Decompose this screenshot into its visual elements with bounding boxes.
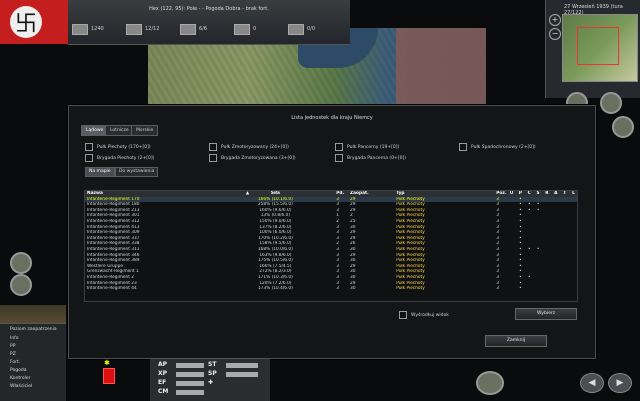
table-cell [533,286,542,292]
swastika-icon: 卐 [10,6,42,38]
unit-stats-panel: AP XP EF CM ST SP ✚ [150,358,270,401]
xp-bar [176,372,204,377]
filter-armored-brigade[interactable]: Brygada Pancerna (0+[0]) [335,154,406,162]
hex-info: Hex (122, 95): Pole - - Pogoda Dobra - b… [149,6,269,12]
aircraft-icon [180,23,196,35]
checkbox[interactable] [85,143,93,151]
unit-icon[interactable] [600,92,622,114]
table-cell [298,286,334,292]
stat-cm: CM [158,388,169,395]
table-cell: • [519,286,522,292]
checkbox[interactable] [209,143,217,151]
filter-motorized-regiment[interactable]: Pułk Zmotoryzowany (24+[0]) [209,143,289,151]
owner-label: Właściciel [10,384,33,389]
unit-type-filters: Pułk Piechoty (170+[0]) Pułk Zmotoryzowa… [81,137,581,167]
filter-paratrooper-regiment[interactable]: Pułk Spadochronowy (2+[0]) [459,143,536,151]
ship-icon [234,23,250,35]
filter-infantry-brigade[interactable]: Brygada Piechoty (2+[0]) [85,154,154,162]
resource-units: 12/12 [126,22,159,36]
nation-flag: 卐 [0,0,70,44]
table-cell: 3 [336,286,340,292]
table-cell [568,286,577,292]
resource-prestige: 1240 [72,22,104,36]
prestige-icon [72,23,88,35]
submarine-icon [288,23,304,35]
ap-bar [176,363,204,368]
table-cell: Infanterie-Regiment 44 [87,286,137,292]
filter-armored-regiment[interactable]: Pułk Pancerny (19+[0]) [335,143,399,151]
st-bar [226,363,258,368]
infantry-icon[interactable] [10,252,32,274]
sp-bar [226,372,258,377]
tab-to-deploy[interactable]: Do wystawienia [115,167,159,177]
table-cell: Pułk Piechoty [396,286,425,292]
resource-sub: 0/0 [288,22,315,36]
info-label: Info [10,336,19,341]
cm-bar [176,390,204,395]
tab-naval[interactable]: Morskie [131,125,159,136]
weather-label: Pogoda [10,368,27,373]
enemy-territory [396,28,486,108]
filter-infantry-regiment[interactable]: Pułk Piechoty (170+[0]) [85,143,151,151]
pz-label: PZ [10,352,16,357]
stat-ef: EF [158,379,167,386]
stat-sp: SP [208,370,217,377]
table-cell: 173% (10.4/6.0) [257,286,293,292]
stat-st: ST [208,361,217,368]
table-cell: 30 [350,286,356,292]
minimap-viewport[interactable] [577,27,619,65]
table-row[interactable]: Infanterie-Regiment 44 173% (10.4/6.0) 3 30… [85,286,577,292]
close-button[interactable]: Zamknij [485,335,547,347]
filter-motorized-brigade[interactable]: Brygada Zmotoryzowana (3+[0]) [209,154,296,162]
star-icon: ✱ [104,359,110,367]
minimap-panel: 27 Wrzesień 1939 (tura 27/122) + − [545,0,640,98]
dialog-title: Lista jednostek dla kraju Niemcy [291,115,373,121]
unit-portrait [0,305,66,323]
table-cell: 3 [496,286,499,292]
tab-air[interactable]: Lotnicze [105,125,134,136]
owner-flag-icon [103,368,115,384]
table-body: Infanterie-Regiment 170 166% (10.1/6.0) 3 2… [85,196,577,292]
tab-on-map[interactable]: Na mapie [85,167,115,177]
tank-unit-icon[interactable] [476,371,504,395]
minimap[interactable] [562,14,638,82]
zoom-in-icon[interactable]: + [549,14,561,26]
table-cell [559,286,568,292]
center-view-toggle[interactable]: Wyśrodkuj widok [399,311,449,319]
tank-icon[interactable] [612,116,634,138]
hex-info-panel: Poziom zaopatrzenia Info PP PZ Fort. Pog… [0,323,66,401]
table-cell [542,286,551,292]
checkbox[interactable] [335,143,343,151]
supply-level-label: Poziom zaopatrzenia [10,327,57,332]
checkbox[interactable] [209,154,217,162]
resource-air: 6/6 [180,22,207,36]
checkbox[interactable] [335,154,343,162]
checkbox[interactable] [459,143,467,151]
stat-xp: XP [158,370,168,377]
checkbox[interactable] [399,311,407,319]
stat-ap: AP [158,361,168,368]
controller-label: Kontroler [10,376,31,381]
table-cell [524,286,533,292]
zoom-out-icon[interactable]: − [549,28,561,40]
select-button[interactable]: Wybierz [515,308,577,320]
fort-label: Fort. [10,360,21,365]
next-arrow-icon[interactable]: ▶ [608,373,632,393]
checkbox[interactable] [85,154,93,162]
plus-icon[interactable]: ✚ [208,379,213,386]
unit-list-dialog: Lista jednostek dla kraju Niemcy Lądowe … [68,105,596,359]
table-cell [506,286,515,292]
ef-bar [176,381,204,386]
artillery-icon[interactable] [10,274,32,296]
unit-table: Nazwa ▲ Siła Pd. Zaopat. Typ Poz. U P C … [84,190,578,302]
resource-naval: 0 [234,22,256,36]
previous-arrow-icon[interactable]: ◀ [580,373,604,393]
pp-label: PP [10,344,16,349]
units-icon [126,23,142,35]
table-cell [244,286,251,292]
table-cell [550,286,559,292]
top-info-bar: Hex (122, 95): Pole - - Pogoda Dobra - b… [68,0,350,45]
